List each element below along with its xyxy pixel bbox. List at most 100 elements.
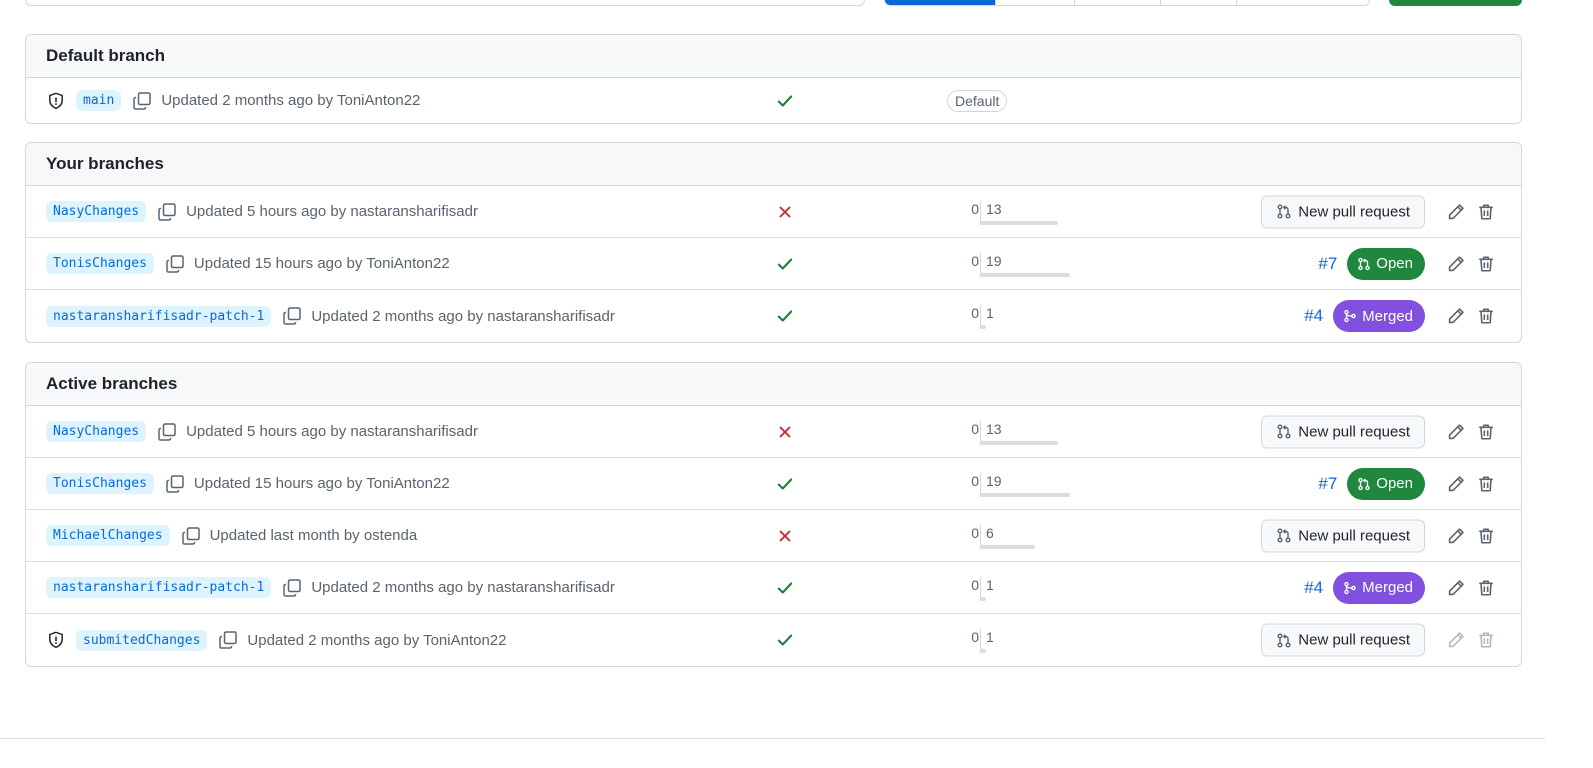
trash-icon[interactable] <box>1475 421 1497 443</box>
copy-icon[interactable] <box>281 577 303 599</box>
ahead-behind: 0 13 <box>967 419 1107 447</box>
branch-name-link[interactable]: TonisChanges <box>46 473 154 494</box>
trash-icon[interactable] <box>1475 525 1497 547</box>
behind-count: 0 <box>971 421 979 437</box>
new-pull-request-button[interactable]: New pull request <box>1261 195 1425 228</box>
ahead-count: 1 <box>986 577 994 593</box>
ahead-bar <box>980 273 1070 277</box>
branch-name-link[interactable]: NasyChanges <box>46 421 147 442</box>
new-branch-button[interactable] <box>1389 0 1522 6</box>
trash-icon[interactable] <box>1475 305 1497 327</box>
check-icon[interactable] <box>775 91 795 111</box>
ahead-count: 13 <box>986 201 1002 217</box>
ahead-behind: 0 13 <box>967 199 1107 227</box>
section-title: Active branches <box>26 363 1521 406</box>
default-badge: Default <box>947 89 1008 112</box>
new-pull-request-label: New pull request <box>1298 527 1410 544</box>
branch-row: nastaransharifisadr-patch-1 Updated 2 mo… <box>26 562 1521 614</box>
check-icon[interactable] <box>775 630 795 650</box>
pr-state-badge[interactable]: Merged <box>1333 300 1425 332</box>
updated-text: Updated 2 months ago by nastaransharifis… <box>311 307 615 325</box>
pencil-icon <box>1445 629 1467 651</box>
branch-row: NasyChanges Updated 5 hours ago by nasta… <box>26 186 1521 238</box>
ahead-bar <box>980 649 986 653</box>
pull-request-icon <box>1358 477 1371 490</box>
updated-text: Updated last month by ostenda <box>209 527 418 544</box>
pull-request-link[interactable]: #7 <box>1318 474 1337 494</box>
behind-count: 0 <box>971 305 979 321</box>
tab-overview[interactable] <box>885 0 996 5</box>
pr-state-label: Open <box>1376 475 1413 492</box>
pencil-icon[interactable] <box>1445 525 1467 547</box>
branch-name-link[interactable]: main <box>76 90 122 111</box>
new-pull-request-button[interactable]: New pull request <box>1261 623 1425 657</box>
trash-icon[interactable] <box>1475 577 1497 599</box>
pull-request-icon <box>1277 204 1291 219</box>
tab-all[interactable] <box>1237 0 1369 5</box>
copy-icon[interactable] <box>156 201 178 223</box>
pull-request-link[interactable]: #7 <box>1318 254 1337 274</box>
branch-name-link[interactable]: MichaelChanges <box>46 525 170 546</box>
branch-row: TonisChanges Updated 15 hours ago by Ton… <box>26 238 1521 290</box>
check-icon[interactable] <box>775 254 795 274</box>
behind-count: 0 <box>971 525 979 541</box>
branch-search-input[interactable] <box>25 0 865 6</box>
pull-request-icon <box>1277 633 1291 647</box>
pencil-icon[interactable] <box>1445 577 1467 599</box>
branch-name-link[interactable]: submitedChanges <box>76 629 208 651</box>
copy-icon[interactable] <box>281 305 303 327</box>
branch-row: TonisChanges Updated 15 hours ago by Ton… <box>26 458 1521 510</box>
copy-icon[interactable] <box>131 90 153 112</box>
x-icon[interactable] <box>775 526 795 546</box>
ahead-count: 19 <box>986 473 1002 489</box>
copy-icon[interactable] <box>217 629 239 651</box>
pull-request-icon <box>1277 424 1291 439</box>
ahead-bar <box>980 545 1035 549</box>
branch-row: NasyChanges Updated 5 hours ago by nasta… <box>26 406 1521 458</box>
updated-text: Updated 2 months ago by ToniAnton22 <box>161 92 421 109</box>
tab-yours[interactable] <box>996 0 1075 5</box>
pencil-icon[interactable] <box>1445 253 1467 275</box>
branch-name-link[interactable]: nastaransharifisadr-patch-1 <box>46 577 272 598</box>
pr-state-badge[interactable]: Open <box>1347 247 1425 280</box>
pr-state-label: Merged <box>1362 579 1413 596</box>
check-icon[interactable] <box>775 306 795 326</box>
trash-icon[interactable] <box>1475 473 1497 495</box>
branch-name-link[interactable]: NasyChanges <box>46 201 147 222</box>
copy-icon[interactable] <box>180 525 202 547</box>
ahead-bar <box>980 221 1058 225</box>
ahead-behind: 0 1 <box>967 575 1107 603</box>
new-pull-request-button[interactable]: New pull request <box>1261 415 1425 448</box>
behind-count: 0 <box>971 201 979 217</box>
branch-name-link[interactable]: TonisChanges <box>46 253 154 274</box>
pencil-icon[interactable] <box>1445 421 1467 443</box>
pencil-icon[interactable] <box>1445 473 1467 495</box>
trash-icon[interactable] <box>1475 201 1497 223</box>
behind-count: 0 <box>971 577 979 593</box>
updated-text: Updated 2 months ago by nastaransharifis… <box>311 579 615 596</box>
tab-active[interactable] <box>1075 0 1161 5</box>
x-icon[interactable] <box>775 202 795 222</box>
pull-request-link[interactable]: #4 <box>1304 306 1323 326</box>
pencil-icon[interactable] <box>1445 305 1467 327</box>
copy-icon[interactable] <box>156 421 178 443</box>
pr-state-badge[interactable]: Open <box>1347 467 1425 500</box>
branch-name-link[interactable]: nastaransharifisadr-patch-1 <box>46 305 272 327</box>
pull-request-link[interactable]: #4 <box>1304 578 1323 598</box>
x-icon[interactable] <box>775 422 795 442</box>
section-title: Your branches <box>26 143 1521 186</box>
copy-icon[interactable] <box>164 473 186 495</box>
trash-icon[interactable] <box>1475 253 1497 275</box>
behind-count: 0 <box>971 473 979 489</box>
footer-divider <box>0 738 1545 739</box>
copy-icon[interactable] <box>164 253 186 275</box>
pencil-icon[interactable] <box>1445 201 1467 223</box>
check-icon[interactable] <box>775 474 795 494</box>
pr-state-badge[interactable]: Merged <box>1333 571 1425 604</box>
ahead-behind: 0 1 <box>967 627 1107 655</box>
trash-icon <box>1475 629 1497 651</box>
branch-row: MichaelChanges Updated last month by ost… <box>26 510 1521 562</box>
check-icon[interactable] <box>775 578 795 598</box>
tab-stale[interactable] <box>1161 0 1237 5</box>
new-pull-request-button[interactable]: New pull request <box>1261 519 1425 552</box>
